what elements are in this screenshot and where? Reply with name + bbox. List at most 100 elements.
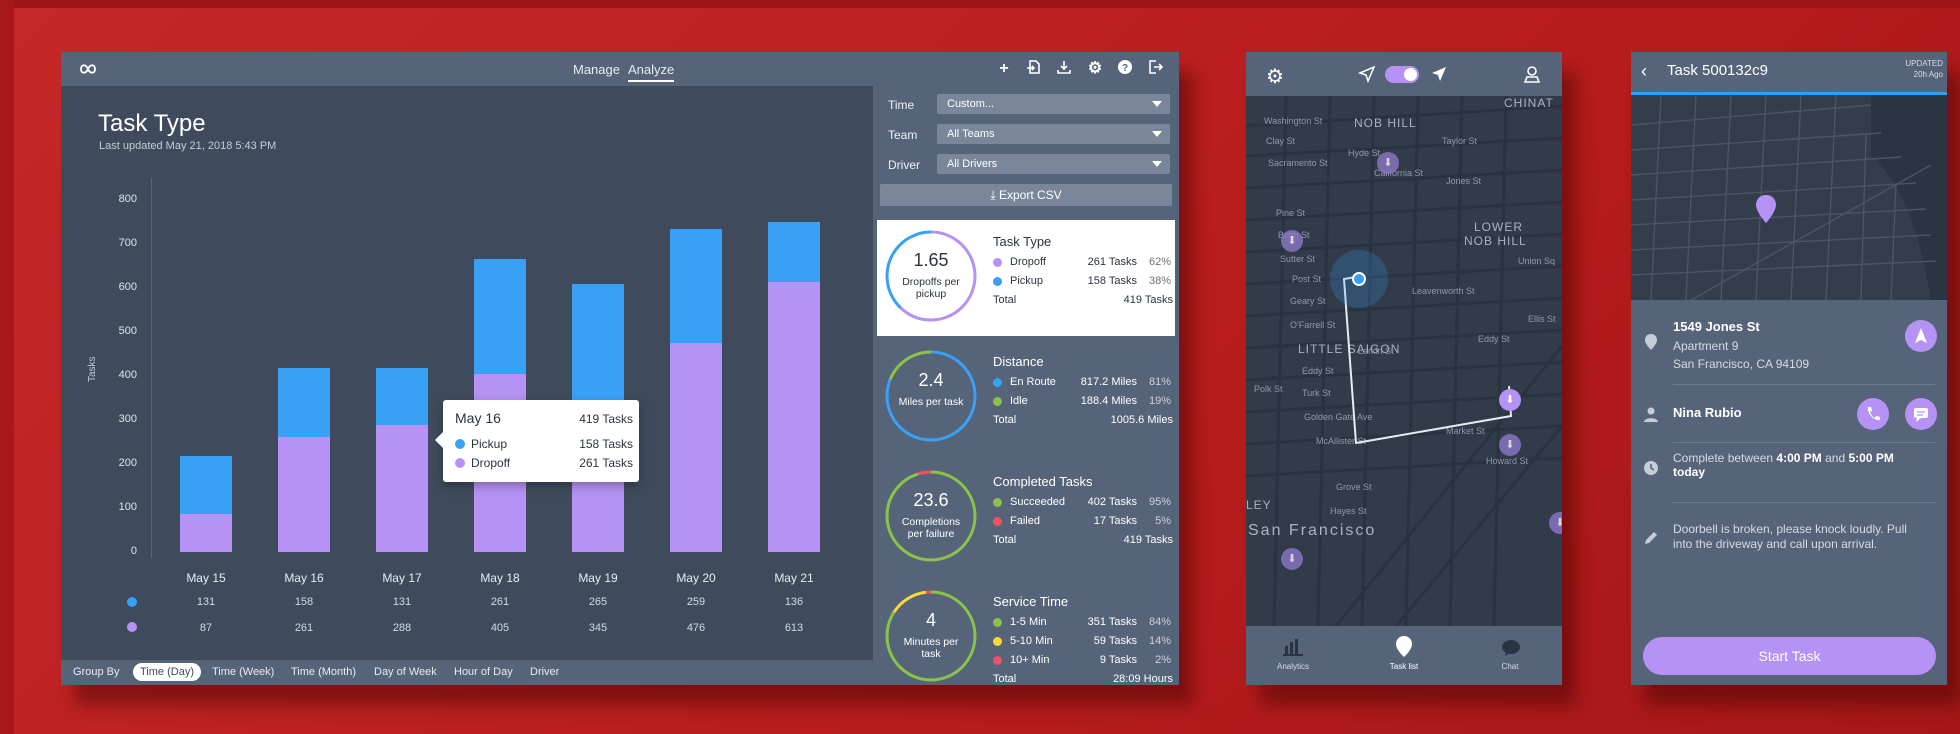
stat-card[interactable]: 4 Minutes per task Service Time 1-5 Min 351 … xyxy=(877,580,1175,685)
driver-profile-icon[interactable] xyxy=(1522,64,1542,84)
y-tick-label: 600 xyxy=(118,281,137,293)
start-task-button[interactable]: Start Task xyxy=(1643,637,1936,675)
group-by-bar: Group By Time (Day) Time (Week) Time (Mo… xyxy=(61,660,873,685)
analytics-tab-label[interactable]: Analytics xyxy=(1248,662,1338,671)
stacked-bar[interactable] xyxy=(768,222,820,552)
driver-filter-select[interactable]: All Drivers xyxy=(937,154,1170,174)
row-label: Pickup xyxy=(1010,275,1044,287)
navigate-button[interactable] xyxy=(1905,320,1937,352)
pickup-bar-segment[interactable] xyxy=(768,222,820,283)
address-line-1: 1549 Jones St xyxy=(1673,319,1760,334)
tab-analyze[interactable]: Analyze xyxy=(628,62,675,82)
pickup-bar-segment[interactable] xyxy=(376,367,428,426)
row-percent: 2% xyxy=(1155,654,1171,666)
message-button[interactable] xyxy=(1905,398,1937,430)
pickup-value-label: 259 xyxy=(686,596,706,608)
group-by-time-week[interactable]: Time (Week) xyxy=(212,666,274,678)
map-top-bar: ⚙ xyxy=(1246,52,1562,96)
row-amount: 402 Tasks xyxy=(1087,496,1137,508)
city-map[interactable]: NOB HILL LOWER NOB HILL LITTLE SAIGON Sa… xyxy=(1246,96,1562,626)
group-by-day-of-week[interactable]: Day of Week xyxy=(374,666,437,678)
pickup-bar-segment[interactable] xyxy=(278,367,330,438)
gear-icon[interactable]: ⚙ xyxy=(1085,59,1105,79)
task-pin-icon[interactable]: ⬇ xyxy=(1499,389,1521,411)
call-button[interactable] xyxy=(1857,398,1889,430)
tooltip-pickup-value: 158 Tasks xyxy=(579,437,633,451)
task-notes: Doorbell is broken, please knock loudly.… xyxy=(1673,522,1907,551)
dropoff-bar-segment[interactable] xyxy=(376,425,428,552)
import-icon[interactable] xyxy=(1024,59,1044,79)
series-dot xyxy=(993,637,1002,646)
pickup-bar-segment[interactable] xyxy=(670,228,722,343)
dropoff-legend-dot xyxy=(127,622,137,632)
task-pin-icon[interactable]: ⬇ xyxy=(1281,548,1303,570)
team-filter-value: All Teams xyxy=(947,128,995,140)
group-by-hour-of-day[interactable]: Hour of Day xyxy=(454,666,513,678)
stacked-bar[interactable] xyxy=(180,456,232,552)
stat-card[interactable]: 2.4 Miles per task Distance En Route 817.2 M… xyxy=(877,340,1175,456)
pickup-bar-segment[interactable] xyxy=(572,283,624,401)
pickup-value-label: 136 xyxy=(784,596,804,608)
tab-manage[interactable]: Manage xyxy=(573,62,620,77)
driver-filter-value: All Drivers xyxy=(947,158,998,170)
ring-caption: Completions per failure xyxy=(901,516,961,540)
gear-icon[interactable]: ⚙ xyxy=(1266,64,1284,89)
y-tick-label: 100 xyxy=(118,501,137,513)
group-by-time-month[interactable]: Time (Month) xyxy=(291,666,356,678)
stacked-bar[interactable] xyxy=(278,367,330,552)
stacked-bar[interactable] xyxy=(670,228,722,552)
analytics-tab[interactable] xyxy=(1283,638,1303,661)
tasklist-tab-label[interactable]: Task list xyxy=(1359,662,1449,671)
location-outline-icon[interactable] xyxy=(1358,65,1376,83)
series-dot xyxy=(993,618,1002,627)
background-edge-left xyxy=(0,0,14,734)
stacked-bar[interactable] xyxy=(376,367,428,552)
dropoff-value-label: 405 xyxy=(490,622,510,634)
export-csv-button[interactable]: ⤓ Export CSV xyxy=(880,184,1172,206)
tasklist-tab[interactable] xyxy=(1395,636,1413,663)
tracking-toggle[interactable] xyxy=(1385,66,1419,83)
task-pin-icon[interactable]: ⬇ xyxy=(1281,230,1303,252)
help-icon[interactable]: ? xyxy=(1115,59,1135,79)
chart-title: Task Type xyxy=(98,110,206,137)
dropoff-bar-segment[interactable] xyxy=(180,513,232,552)
task-map[interactable] xyxy=(1631,95,1947,300)
task-pin-icon[interactable]: ⬇ xyxy=(1377,152,1399,174)
pickup-bar-segment[interactable] xyxy=(474,258,526,374)
tooltip-dropoff-label: Dropoff xyxy=(471,456,511,470)
map-phone: ⚙ NOB HILL LOWER NOB HILL LITTLE SAIGON … xyxy=(1246,52,1562,685)
logout-icon[interactable] xyxy=(1145,59,1165,79)
total-value: 28:09 Hours xyxy=(1113,673,1173,685)
total-label: Total xyxy=(993,294,1017,306)
card-title: Completed Tasks xyxy=(993,474,1093,489)
destination-pin-icon[interactable] xyxy=(1756,195,1776,223)
task-pin-icon[interactable]: ⬇ xyxy=(1499,434,1521,456)
dropoff-value-label: 288 xyxy=(392,622,412,634)
group-by-driver[interactable]: Driver xyxy=(530,666,559,678)
infinity-logo-icon[interactable] xyxy=(73,59,103,79)
pickup-dot xyxy=(455,439,465,449)
x-tick-label: May 21 xyxy=(774,571,814,585)
chat-tab[interactable] xyxy=(1501,639,1521,662)
location-filled-icon[interactable] xyxy=(1430,65,1448,83)
pickup-value-label: 158 xyxy=(294,596,314,608)
person-icon xyxy=(1644,407,1658,422)
stat-card[interactable]: 23.6 Completions per failure Completed Tas… xyxy=(877,460,1175,576)
time-filter-select[interactable]: Custom... xyxy=(937,94,1170,114)
download-icon[interactable] xyxy=(1054,59,1074,79)
y-tick-label: 700 xyxy=(118,237,137,249)
plus-icon[interactable]: + xyxy=(994,59,1014,79)
row-percent: 14% xyxy=(1148,635,1171,647)
pickup-bar-segment[interactable] xyxy=(180,456,232,514)
back-chevron-icon[interactable]: ‹ xyxy=(1641,61,1647,82)
stat-card[interactable]: 1.65 Dropoffs per pickup Task Type Dropoff 2… xyxy=(877,220,1175,336)
dropoff-bar-segment[interactable] xyxy=(670,342,722,552)
chat-tab-label[interactable]: Chat xyxy=(1465,662,1555,671)
team-filter-select[interactable]: All Teams xyxy=(937,124,1170,144)
row-percent: 62% xyxy=(1148,256,1171,268)
group-by-time-day[interactable]: Time (Day) xyxy=(133,663,201,681)
dropoff-bar-segment[interactable] xyxy=(768,282,820,552)
dropoff-bar-segment[interactable] xyxy=(278,437,330,552)
total-label: Total xyxy=(993,414,1017,426)
dropoff-value-label: 261 xyxy=(294,622,314,634)
